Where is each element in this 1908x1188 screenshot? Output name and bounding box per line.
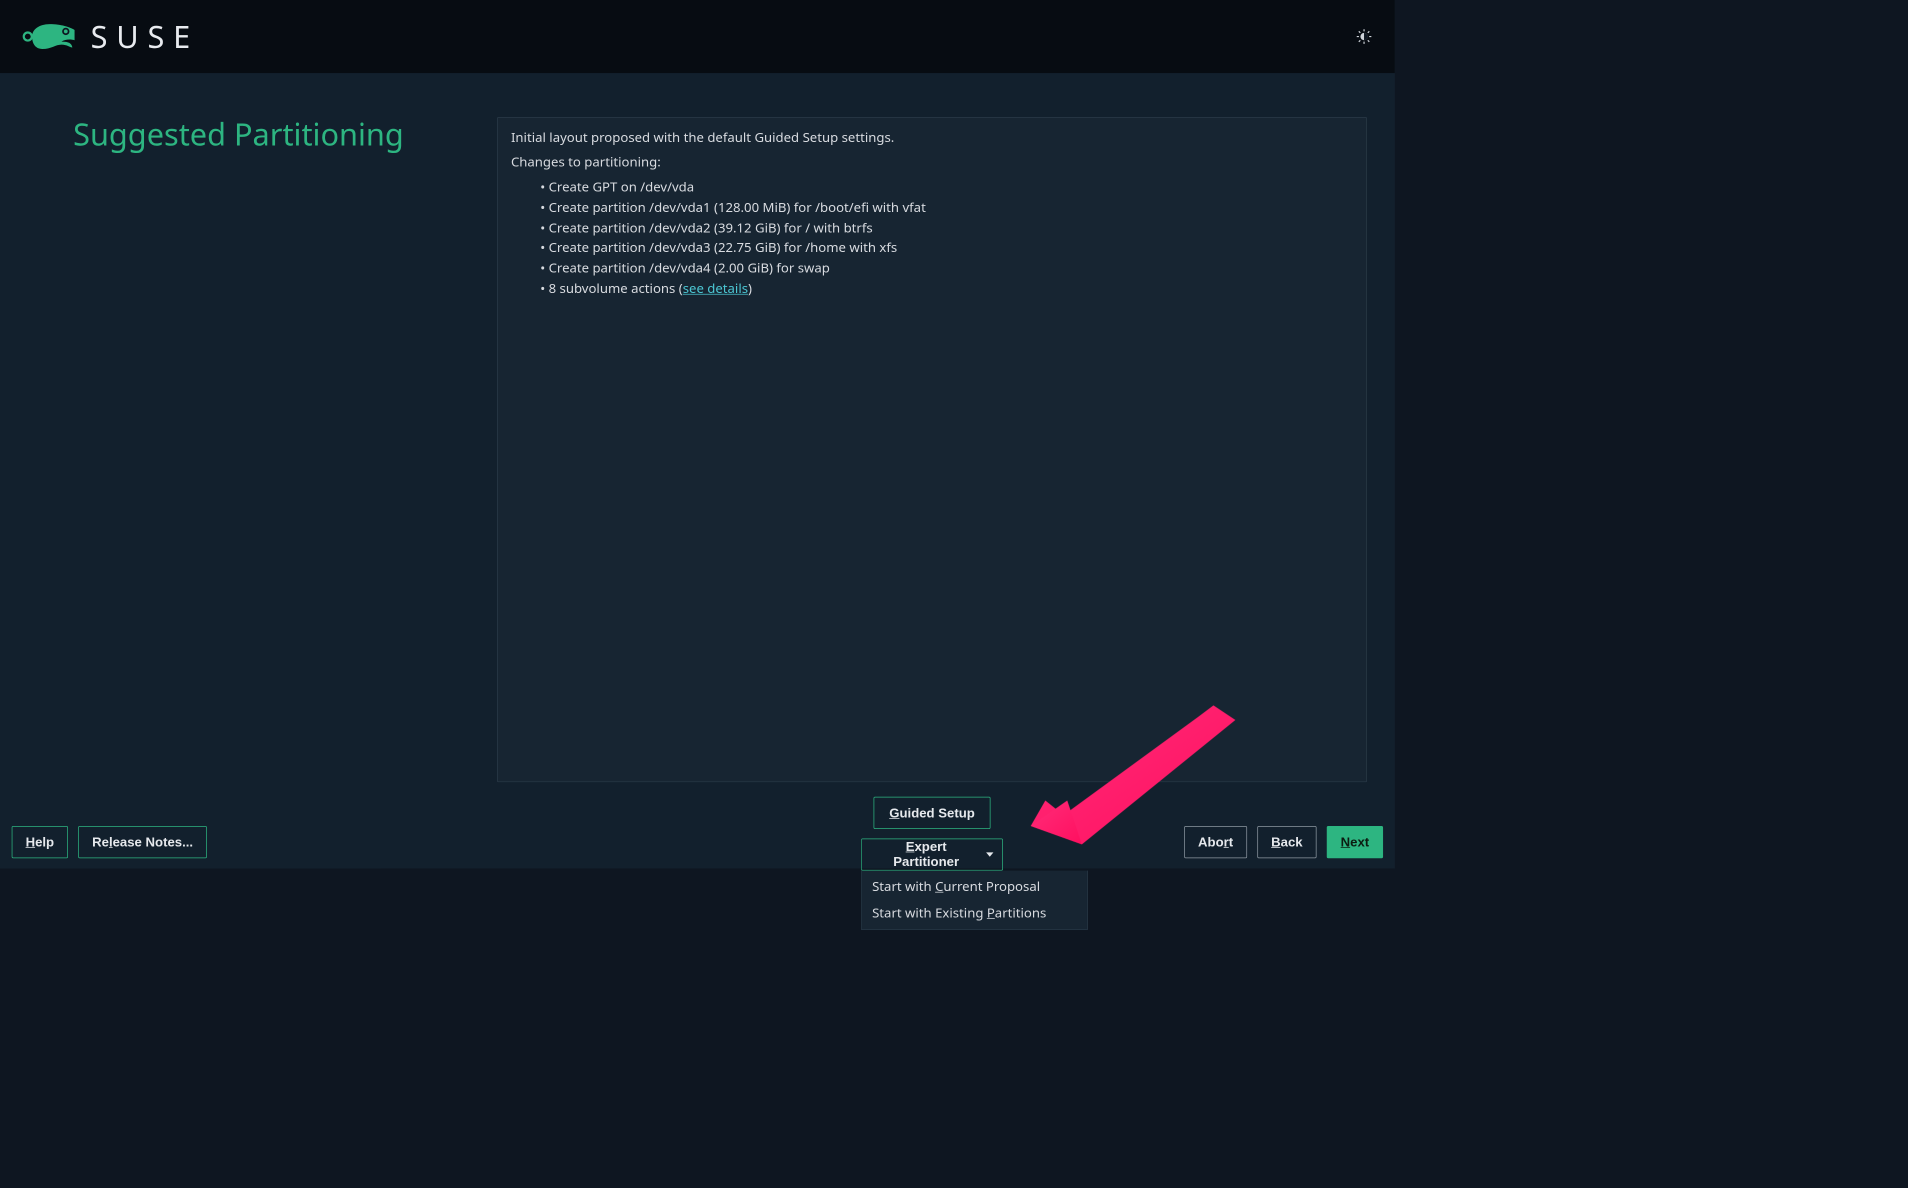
list-item: Create GPT on /dev/vda xyxy=(540,177,1353,197)
button-label: Next xyxy=(1341,834,1370,849)
theme-toggle-icon[interactable] xyxy=(1355,28,1373,46)
partition-summary-panel: Initial layout proposed with the default… xyxy=(497,117,1367,782)
suse-chameleon-icon xyxy=(20,20,77,54)
button-label: Help xyxy=(26,834,55,849)
back-button[interactable]: Back xyxy=(1257,826,1316,858)
page-title: Suggested Partitioning xyxy=(73,113,404,155)
list-item: Create partition /dev/vda2 (39.12 GiB) f… xyxy=(540,218,1353,238)
content-area: Suggested Partitioning Initial layout pr… xyxy=(0,73,1395,868)
list-item: Create partition /dev/vda1 (128.00 MiB) … xyxy=(540,198,1353,218)
button-label: Release Notes... xyxy=(92,834,193,849)
next-button[interactable]: Next xyxy=(1327,826,1383,858)
abort-button[interactable]: Abort xyxy=(1184,826,1247,858)
list-item: Create partition /dev/vda3 (22.75 GiB) f… xyxy=(540,239,1353,259)
list-item: 8 subvolume actions (see details) xyxy=(540,279,1353,299)
menu-item-existing-partitions[interactable]: Start with Existing Partitions xyxy=(862,900,1087,926)
intro-text: Initial layout proposed with the default… xyxy=(511,128,1353,148)
button-label: Back xyxy=(1271,834,1302,849)
list-item: Create partition /dev/vda4 (2.00 GiB) fo… xyxy=(540,259,1353,279)
menu-item-current-proposal[interactable]: Start with Current Proposal xyxy=(862,874,1087,900)
button-label: Abort xyxy=(1198,834,1233,849)
brand-name: SUSE xyxy=(91,16,199,58)
changes-label: Changes to partitioning: xyxy=(511,153,1353,173)
brand-logo: SUSE xyxy=(20,16,198,58)
footer-bar: Help Release Notes... Abort Back Next xyxy=(0,816,1395,869)
topbar: SUSE xyxy=(0,0,1395,73)
expert-partitioner-menu: Start with Current Proposal Start with E… xyxy=(861,871,1088,930)
see-details-link[interactable]: see details xyxy=(683,280,748,298)
release-notes-button[interactable]: Release Notes... xyxy=(78,826,207,858)
changes-list: Create GPT on /dev/vda Create partition … xyxy=(540,177,1353,299)
help-button[interactable]: Help xyxy=(12,826,68,858)
